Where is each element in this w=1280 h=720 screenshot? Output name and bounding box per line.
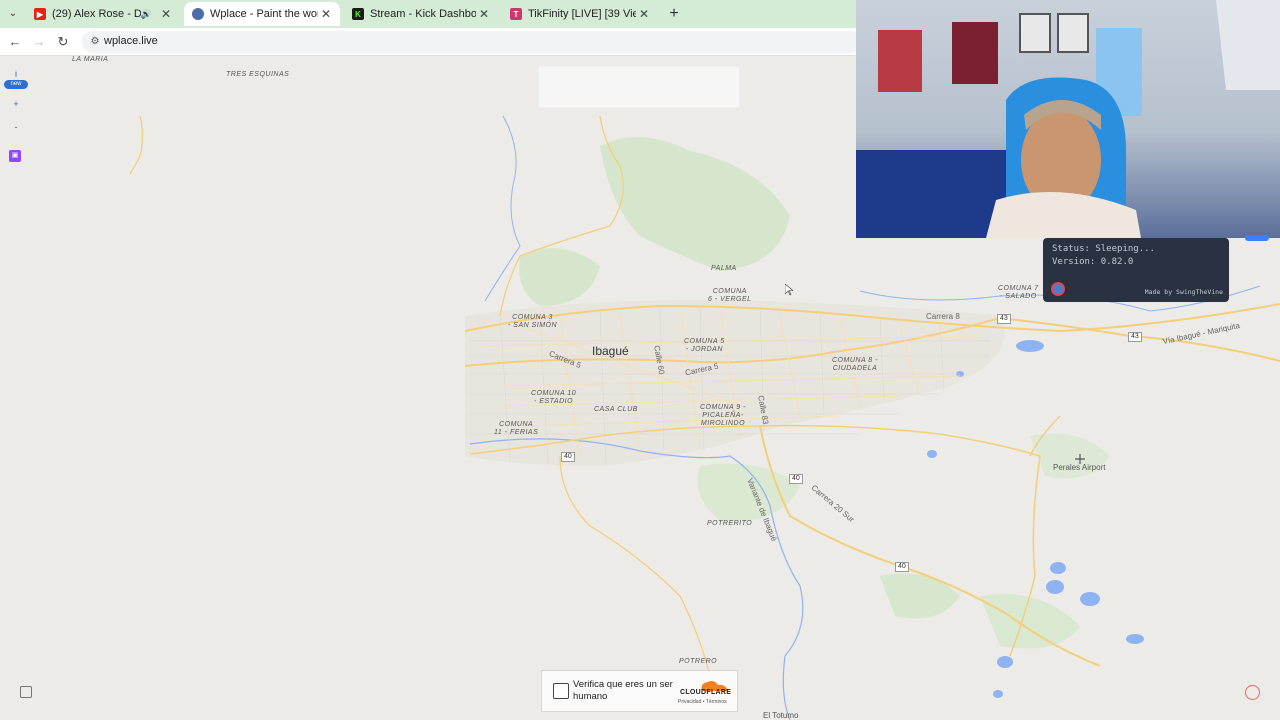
map-label-comuna-9: COMUNA 9 - PICALEÑA- MIROLINDO: [700, 404, 746, 427]
cloudflare-captcha: Verifica que eres un ser humano CLOUDFLA…: [541, 670, 738, 712]
tab-title: Wplace - Paint the world: [210, 8, 318, 20]
map-label-tres-esquinas: TRES ESQUINAS: [226, 71, 290, 78]
tab-title: (29) Alex Rose - Darte Rem: [52, 8, 141, 20]
close-tab-icon[interactable]: ✕: [318, 7, 334, 21]
reload-button[interactable]: ↻: [54, 33, 72, 51]
road-label-carrera-8: Carrera 8: [926, 312, 960, 321]
tab-title: TikFinity [LIVE] [39 Viewers]: [528, 8, 636, 20]
highway-shield: 43: [1128, 332, 1142, 342]
new-badge: new: [4, 80, 28, 89]
bot-panel-tab[interactable]: [1245, 235, 1269, 241]
kick-icon: K: [352, 8, 364, 20]
speaker-icon[interactable]: 🔊: [141, 9, 152, 20]
map-label-comuna-8: COMUNA 8 - CIUDADELA: [832, 357, 878, 372]
close-tab-icon[interactable]: ✕: [636, 7, 652, 21]
screen: ⌄ ▶ (29) Alex Rose - Darte Rem 🔊 ✕ Wplac…: [0, 0, 1280, 720]
url-text: wplace.live: [104, 35, 158, 47]
captcha-label: Verifica que eres un ser humano: [573, 679, 673, 702]
tab-youtube[interactable]: ▶ (29) Alex Rose - Darte Rem 🔊 ✕: [26, 2, 180, 26]
map-label-comuna-6: COMUNA 6 - VERGEL: [708, 288, 752, 303]
bot-credit-text: Made by SwingTheVine: [1144, 288, 1223, 296]
address-bar[interactable]: ⚙ wplace.live: [82, 31, 862, 53]
tikfinity-icon: T: [510, 8, 522, 20]
bot-version-text: Version: 0.82.0: [1052, 257, 1134, 267]
zoom-in-button[interactable]: +: [4, 96, 28, 112]
mouse-cursor-icon: [785, 284, 793, 296]
globe-icon: [192, 8, 204, 20]
captcha-links[interactable]: Privacidad • Términos: [678, 699, 727, 705]
zoom-out-button[interactable]: -: [4, 119, 28, 135]
map-label-la-maria: LA MARIA: [72, 56, 109, 63]
highway-shield: 40: [561, 452, 575, 462]
back-button[interactable]: ←: [6, 33, 24, 51]
twitch-icon[interactable]: ▣: [9, 150, 21, 162]
map-label-potrerito: POTRERITO: [707, 520, 753, 527]
bot-logo-icon[interactable]: [1051, 282, 1065, 296]
highway-shield: 43: [997, 314, 1011, 324]
new-tab-button[interactable]: +: [664, 4, 684, 24]
map-label-perales-airport: Perales Airport: [1053, 463, 1106, 472]
palette-icon[interactable]: [20, 686, 32, 698]
tab-kick[interactable]: K Stream - Kick Dashboard ✕: [344, 2, 498, 26]
cloudflare-brand: CLOUDFLARE: [680, 689, 732, 696]
youtube-icon: ▶: [34, 8, 46, 20]
highway-shield: 40: [789, 474, 803, 484]
map-label-palma: PALMA: [711, 265, 737, 272]
webcam-overlay: [856, 0, 1280, 238]
bot-status-panel: Status: Sleeping... Version: 0.82.0 Made…: [1043, 238, 1229, 302]
forward-button[interactable]: →: [30, 33, 48, 51]
tab-wplace[interactable]: Wplace - Paint the world ✕: [184, 2, 340, 26]
map-label-el-totumo: El Totumo: [763, 711, 799, 720]
map-label-potrero: POTRERO: [679, 658, 718, 665]
webcam-scene: [856, 0, 1280, 238]
map-label-comuna-11: COMUNA 11 - FERIAS: [494, 421, 539, 436]
close-tab-icon[interactable]: ✕: [158, 7, 174, 21]
highway-shield: 40: [895, 562, 909, 572]
bot-status-text: Status: Sleeping...: [1052, 244, 1155, 254]
map-label-casa-club: CASA CLUB: [594, 406, 638, 413]
map-label-ibague: Ibagué: [592, 344, 629, 358]
site-info-icon[interactable]: ⚙: [88, 35, 102, 49]
human-verification-checkbox[interactable]: [553, 683, 569, 699]
canvas-info-placeholder: [538, 66, 740, 108]
close-tab-icon[interactable]: ✕: [476, 7, 492, 21]
location-target-icon[interactable]: [1245, 685, 1260, 700]
tab-search-chevron-icon[interactable]: ⌄: [5, 6, 21, 22]
map-label-comuna-10: COMUNA 10 - ESTADIO: [531, 390, 577, 405]
map-label-comuna-5: COMUNA 5 - JORDAN: [684, 338, 725, 353]
tab-title: Stream - Kick Dashboard: [370, 8, 476, 20]
map-label-comuna-3: COMUNA 3 - SAN SIMÓN: [508, 314, 558, 329]
map-label-comuna-7: COMUNA 7 - SALADO: [998, 285, 1039, 300]
tab-tikfinity[interactable]: T TikFinity [LIVE] [39 Viewers] ✕: [502, 2, 658, 26]
